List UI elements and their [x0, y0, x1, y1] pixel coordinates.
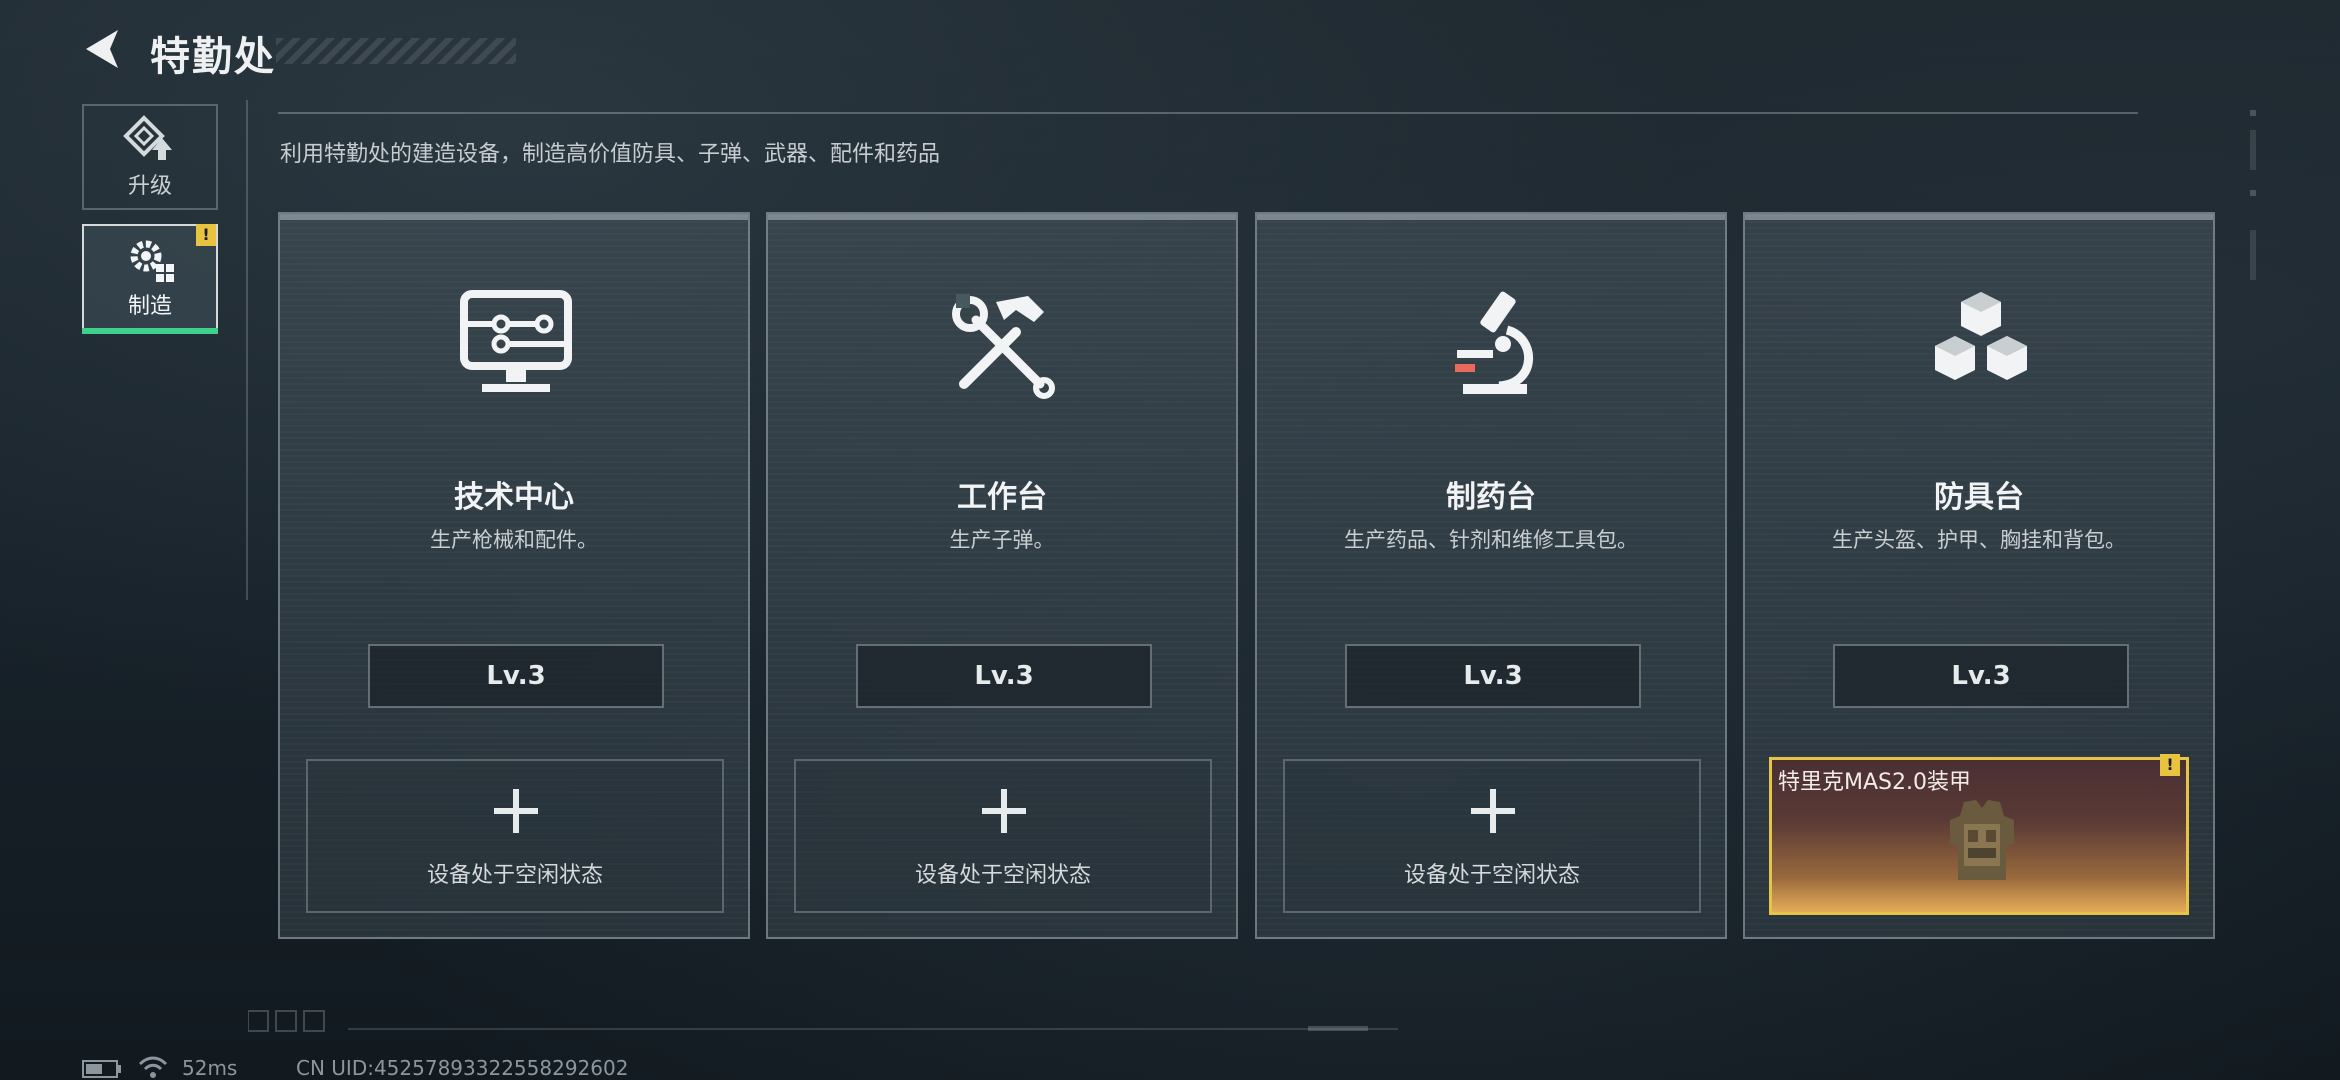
tab-upgrade[interactable]: 升级: [82, 104, 218, 210]
slot-status: 设备处于空闲状态: [426, 863, 603, 888]
battery-icon: [82, 1060, 121, 1078]
level-button[interactable]: Lv.3: [368, 644, 664, 708]
tab-manufacture[interactable]: 制造 !: [82, 224, 218, 334]
bottom-decoration: [248, 1010, 1398, 1032]
sidebar-divider: [246, 100, 248, 600]
card-tech-center[interactable]: 技术中心 生产枪械和配件。 Lv.3 设备处于空闲状态: [278, 212, 750, 939]
tab-manufacture-label: 制造: [127, 294, 172, 319]
title-decoration: [276, 38, 516, 64]
slot-status: 设备处于空闲状态: [1403, 863, 1580, 888]
card-description: 生产头盔、护甲、胸挂和背包。: [1832, 528, 2126, 552]
card-armor-bench[interactable]: 防具台 生产头盔、护甲、胸挂和背包。 Lv.3 特里克MAS2.0装甲 !: [1743, 212, 2215, 939]
produced-item-slot[interactable]: 特里克MAS2.0装甲 !: [1769, 754, 2189, 915]
right-edge-decoration: [2250, 110, 2256, 280]
production-slot[interactable]: 设备处于空闲状态: [306, 759, 724, 913]
plus-icon: [1471, 789, 1515, 833]
card-title: 制药台: [1446, 480, 1536, 515]
production-slot[interactable]: 设备处于空闲状态: [1283, 759, 1701, 913]
card-title: 防具台: [1934, 480, 2024, 515]
active-tab-indicator: [82, 328, 218, 334]
level-button[interactable]: Lv.3: [856, 644, 1152, 708]
card-description: 生产药品、针剂和维修工具包。: [1344, 528, 1638, 552]
item-alert-badge: !: [2160, 754, 2180, 776]
user-uid: CN UID:452578933225582926​02: [296, 1056, 629, 1080]
card-top-bar: [768, 214, 1236, 220]
card-top-bar: [1257, 214, 1725, 220]
card-top-bar: [280, 214, 748, 220]
armor-vest-image: [1950, 800, 2014, 880]
page-header: 特勤处: [80, 22, 520, 80]
slot-status: 设备处于空闲状态: [914, 863, 1091, 888]
microscope-icon: [1455, 291, 1534, 394]
back-arrow-icon[interactable]: [80, 26, 126, 72]
level-button[interactable]: Lv.3: [1345, 644, 1641, 708]
network-latency: 52ms: [182, 1056, 238, 1080]
gears-icon: [130, 240, 174, 282]
cubes-icon: [1935, 292, 2027, 380]
computer-monitor-icon: [460, 290, 572, 392]
production-slot[interactable]: 设备处于空闲状态: [794, 759, 1212, 913]
upgrade-icon: [123, 115, 172, 160]
card-top-bar: [1745, 214, 2213, 220]
card-workbench[interactable]: 工作台 生产子弹。 Lv.3 设备处于空闲状态: [766, 212, 1238, 939]
page-title: 特勤处: [150, 34, 276, 80]
tab-alert-badge: !: [196, 224, 216, 246]
card-description: 生产枪械和配件。: [430, 528, 598, 552]
plus-icon: [982, 789, 1026, 833]
tab-upgrade-label: 升级: [127, 174, 172, 199]
wifi-icon: [138, 1056, 168, 1078]
plus-icon: [494, 789, 538, 833]
level-button[interactable]: Lv.3: [1833, 644, 2129, 708]
page-subtitle: 利用特勤处的建造设备，制造高价值防具、子弹、武器、配件和药品: [280, 142, 941, 167]
card-title: 技术中心: [454, 480, 574, 515]
card-title: 工作台: [957, 480, 1047, 515]
header-divider: [278, 112, 2138, 114]
hammer-wrench-icon: [952, 294, 1055, 399]
card-description: 生产子弹。: [949, 528, 1055, 552]
item-name: 特里克MAS2.0装甲: [1778, 770, 1971, 795]
card-pharmacy[interactable]: 制药台 生产药品、针剂和维修工具包。 Lv.3 设备处于空闲状态: [1255, 212, 1727, 939]
